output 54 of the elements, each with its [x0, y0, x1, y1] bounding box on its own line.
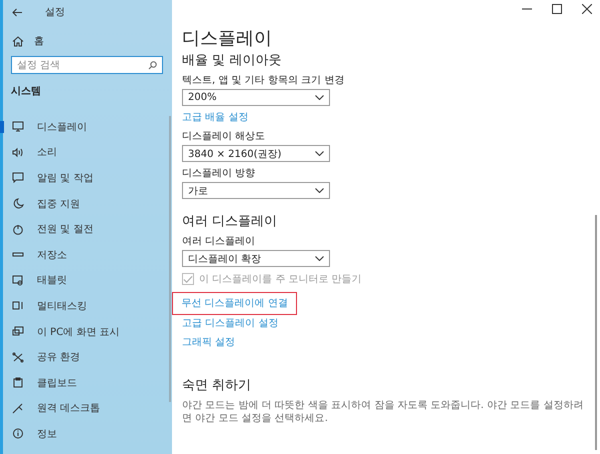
field-label: 텍스트, 앱 및 기타 항목의 크기 변경 [182, 74, 344, 87]
search-field[interactable]: 설정 검색 [11, 56, 163, 74]
nav-item[interactable]: 디스플레이 [3, 114, 172, 140]
chevron-icon [315, 188, 324, 193]
field-label: 디스플레이 해상도 [182, 130, 266, 143]
chevron-icon [315, 151, 324, 156]
link[interactable]: 고급 배율 설정 [182, 111, 248, 124]
dropdown[interactable]: 200% [182, 89, 330, 106]
check-icon [183, 274, 193, 284]
nav-item[interactable]: 이 PC에 화면 표시 [3, 318, 172, 344]
nav-item[interactable]: 멀티태스킹 [3, 293, 172, 319]
dropdown[interactable]: 디스플레이 확장 [182, 250, 330, 267]
home-link[interactable]: 홈 [12, 34, 44, 48]
field-label: 디스플레이 방향 [182, 167, 256, 180]
search-icon [148, 60, 157, 70]
link[interactable]: 그래픽 설정 [182, 336, 236, 349]
section-title: 시스템 [11, 85, 41, 98]
dropdown[interactable]: 3840 × 2160(권장) [182, 145, 330, 162]
page-title: 디스플레이 [182, 28, 272, 50]
window-title: 설정 [45, 6, 65, 19]
nav-item[interactable]: 클립보드 [3, 370, 172, 396]
home-icon [12, 36, 24, 46]
nav-item[interactable]: 전원 및 절전 [3, 216, 172, 242]
nav-item[interactable]: 정보 [3, 421, 172, 447]
projector-icon [12, 326, 24, 338]
moon-icon [12, 198, 24, 210]
monitor-icon [12, 121, 24, 132]
speaker-icon [12, 146, 24, 158]
nav-item[interactable]: 공유 환경 [3, 344, 172, 370]
nav-item[interactable]: 원격 데스크톱 [3, 396, 172, 422]
section-heading: 여러 디스플레이 [182, 213, 278, 231]
message-icon [12, 172, 24, 184]
clipboard-icon [12, 377, 24, 388]
field-label: 여러 디스플레이 [182, 235, 256, 248]
close-icon[interactable] [582, 4, 592, 14]
nav-item[interactable]: 알림 및 작업 [3, 165, 172, 191]
power-icon [12, 224, 24, 235]
link[interactable]: 고급 디스플레이 설정 [182, 317, 278, 330]
tablet-icon [12, 274, 24, 286]
share-icon [12, 352, 24, 363]
nav-item[interactable]: 소리 [3, 140, 172, 166]
maximize-icon[interactable] [552, 4, 562, 14]
chevron-icon [315, 95, 324, 100]
section-heading: 숙면 취하기 [182, 377, 252, 395]
info-icon [12, 428, 24, 440]
link[interactable]: 무선 디스플레이에 연결 [172, 292, 297, 315]
section-heading: 배율 및 레이아웃 [182, 52, 282, 70]
dropdown[interactable]: 가로 [182, 182, 330, 199]
nav-item[interactable]: 집중 지원 [3, 190, 172, 216]
nav-item[interactable]: 저장소 [3, 242, 172, 268]
nav-item[interactable]: 태블릿 [3, 268, 172, 294]
chevron-icon [315, 256, 324, 261]
back-arrow-icon[interactable] [12, 8, 23, 16]
description-text: 야간 모드는 밤에 더 따뜻한 색을 표시하여 잠을 자도록 도와줍니다. 야간 모드를 설정하려면 야간 모드 설정을 선택하세요. [182, 399, 584, 425]
